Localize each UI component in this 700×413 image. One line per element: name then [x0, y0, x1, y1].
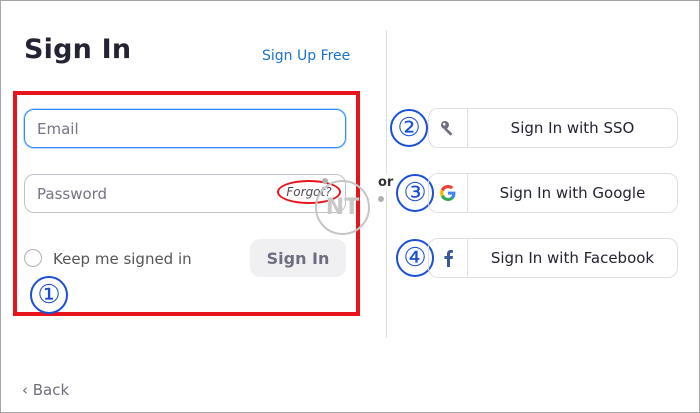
sign-up-link[interactable]: Sign Up Free [262, 48, 350, 64]
watermark-dot [322, 178, 328, 184]
keep-signed-in-label: Keep me signed in [53, 250, 192, 268]
sign-in-sso-button[interactable]: Sign In with SSO [428, 108, 678, 148]
annotation-number-2: ② [390, 109, 428, 147]
sign-in-sso-label: Sign In with SSO [510, 119, 635, 137]
email-placeholder: Email [37, 119, 79, 138]
sign-in-google-label: Sign In with Google [499, 184, 646, 202]
watermark-logo: NT [315, 180, 370, 235]
sign-in-facebook-label: Sign In with Facebook [490, 249, 655, 267]
page-title: Sign In [24, 34, 132, 65]
or-separator: or [377, 174, 395, 191]
watermark-dot [378, 196, 384, 202]
sign-in-button[interactable]: Sign In [250, 239, 346, 277]
back-link[interactable]: ‹ Back [22, 381, 69, 399]
password-placeholder: Password [37, 184, 108, 203]
annotation-number-1: ① [30, 276, 68, 314]
keep-signed-in-checkbox[interactable] [24, 249, 42, 267]
google-icon [429, 174, 468, 212]
sign-in-facebook-button[interactable]: Sign In with Facebook [428, 238, 678, 278]
key-icon [429, 109, 468, 147]
facebook-icon [429, 239, 468, 277]
email-field[interactable]: Email [24, 109, 346, 148]
sign-in-google-button[interactable]: Sign In with Google [428, 173, 678, 213]
